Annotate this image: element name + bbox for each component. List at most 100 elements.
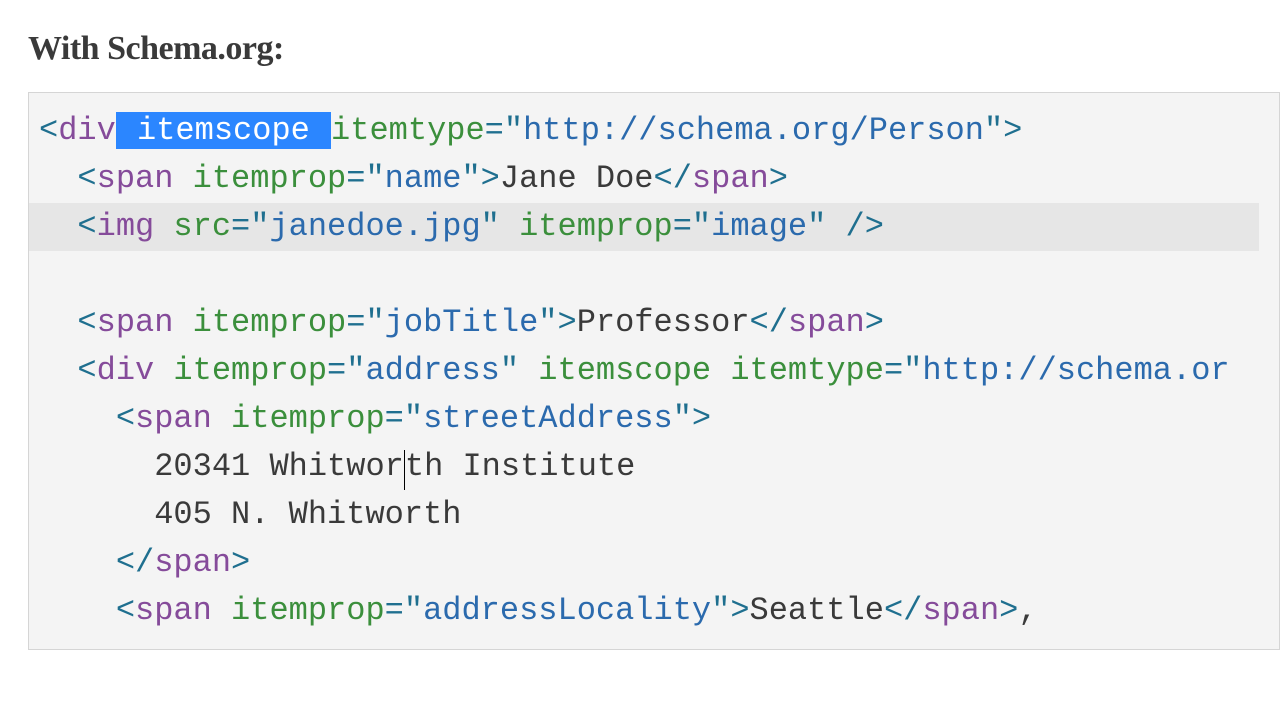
bracket: < [116,592,135,629]
tag: span [135,592,212,629]
bracket: < [77,160,96,197]
text: th Institute [405,448,635,485]
attr: itemtype [730,352,884,389]
value: address [365,352,499,389]
bracket: /> [826,208,884,245]
bracket: </ [750,304,788,341]
punct: =" [231,208,269,245]
space [711,352,730,389]
bracket: < [77,304,96,341]
space [212,400,231,437]
tag: span [135,400,212,437]
text: 20341 Whitwo [154,448,384,485]
attr: itemscope [538,352,711,389]
punct: " [500,352,519,389]
tag: div [97,352,155,389]
attr: itemprop [519,208,673,245]
space [519,352,538,389]
attr: itemtype [331,112,485,149]
code-line-10[interactable]: </span> [39,544,250,581]
text: , [1018,592,1037,629]
tag: span [692,160,769,197]
tag: div [58,112,116,149]
indent [39,304,77,341]
value: http://schema.org/Person [523,112,984,149]
space [212,592,231,629]
indent [39,352,77,389]
space [500,208,519,245]
tag: span [922,592,999,629]
bracket: < [77,208,96,245]
code-line-7[interactable]: <span itemprop="streetAddress"> [39,400,711,437]
punct: =" [327,352,365,389]
punct: " [538,304,557,341]
punct: " [711,592,730,629]
text: Professor [577,304,750,341]
punct: " [807,208,826,245]
tag: span [788,304,865,341]
punct: =" [346,160,384,197]
indent [39,544,116,581]
indent [39,592,116,629]
punct: " [984,112,1003,149]
bracket: > [999,592,1018,629]
tag: img [97,208,155,245]
bracket: < [116,400,135,437]
space [173,304,192,341]
code-line-4-blank[interactable] [39,256,58,293]
attr: itemprop [231,592,385,629]
indent [39,448,154,485]
code-line-1[interactable]: <div itemscope itemtype="http://schema.o… [39,112,1022,149]
code-line-11[interactable]: <span itemprop="addressLocality">Seattle… [39,592,1038,629]
indent [39,160,77,197]
punct: " [461,160,480,197]
code-block[interactable]: <div itemscope itemtype="http://schema.o… [28,92,1280,650]
code-line-8[interactable]: 20341 Whitworth Institute [39,448,635,485]
text: Seattle [750,592,884,629]
indent [39,400,116,437]
attr: itemprop [193,304,347,341]
punct: " [481,208,500,245]
punct: =" [346,304,384,341]
bracket: > [231,544,250,581]
bracket: > [481,160,500,197]
attr: itemprop [231,400,385,437]
bracket: > [1003,112,1022,149]
bracket: < [39,112,58,149]
text-caret-icon [404,450,405,490]
value: streetAddress [423,400,673,437]
value: jobTitle [385,304,539,341]
space [173,160,192,197]
text-cursor[interactable]: r [385,448,405,485]
value: http://schema.or [922,352,1229,389]
section-heading: With Schema.org: [0,0,1280,92]
bracket: < [77,352,96,389]
code-line-2[interactable]: <span itemprop="name">Jane Doe</span> [39,160,788,197]
code-line-9[interactable]: 405 N. Whitworth [39,496,461,533]
bracket: > [730,592,749,629]
punct: =" [485,112,523,149]
tag: span [97,304,174,341]
bracket: </ [884,592,922,629]
code-line-6[interactable]: <div itemprop="address" itemscope itemty… [39,352,1230,389]
selected-text[interactable]: itemscope [116,112,331,149]
punct: =" [884,352,922,389]
punct: " [673,400,692,437]
attr: itemprop [193,160,347,197]
code-line-3-highlighted[interactable]: <img src="janedoe.jpg" itemprop="image" … [29,203,1259,251]
value: janedoe.jpg [269,208,480,245]
space [154,352,173,389]
attr: itemprop [173,352,327,389]
text: Jane Doe [500,160,654,197]
text: 405 N. Whitworth [154,496,461,533]
value: image [711,208,807,245]
value: addressLocality [423,592,711,629]
attr: src [173,208,231,245]
bracket: > [769,160,788,197]
code-line-5[interactable]: <span itemprop="jobTitle">Professor</spa… [39,304,884,341]
bracket: > [865,304,884,341]
punct: =" [385,592,423,629]
value: name [385,160,462,197]
indent [39,496,154,533]
bracket: </ [116,544,154,581]
